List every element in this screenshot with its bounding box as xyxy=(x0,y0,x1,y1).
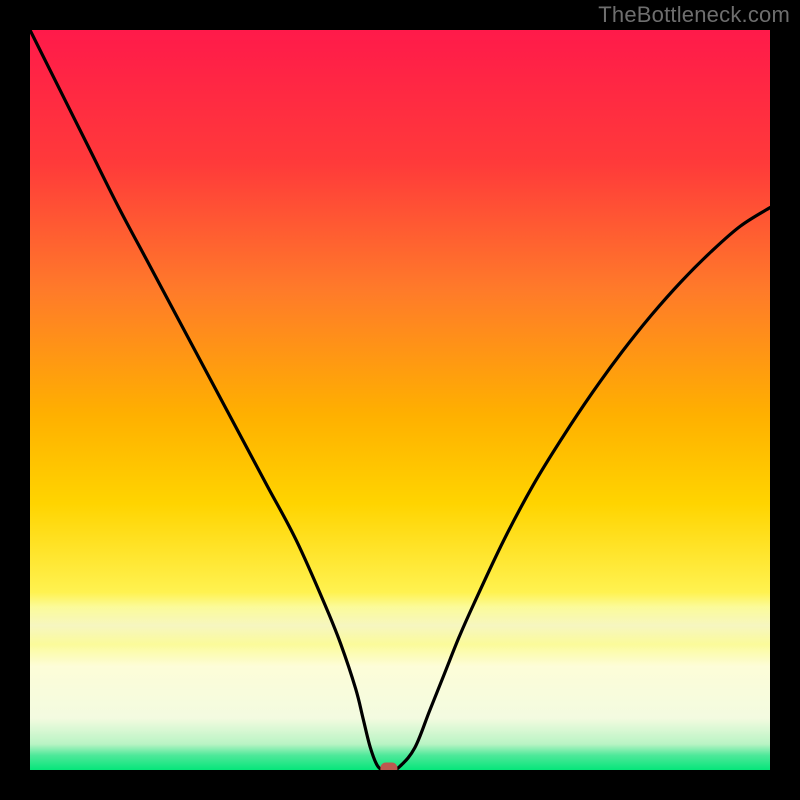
chart-svg xyxy=(30,30,770,770)
watermark-text: TheBottleneck.com xyxy=(598,2,790,28)
plot-area xyxy=(30,30,770,770)
minimum-marker xyxy=(381,763,397,770)
chart-frame: TheBottleneck.com xyxy=(0,0,800,800)
gradient-background xyxy=(30,30,770,770)
